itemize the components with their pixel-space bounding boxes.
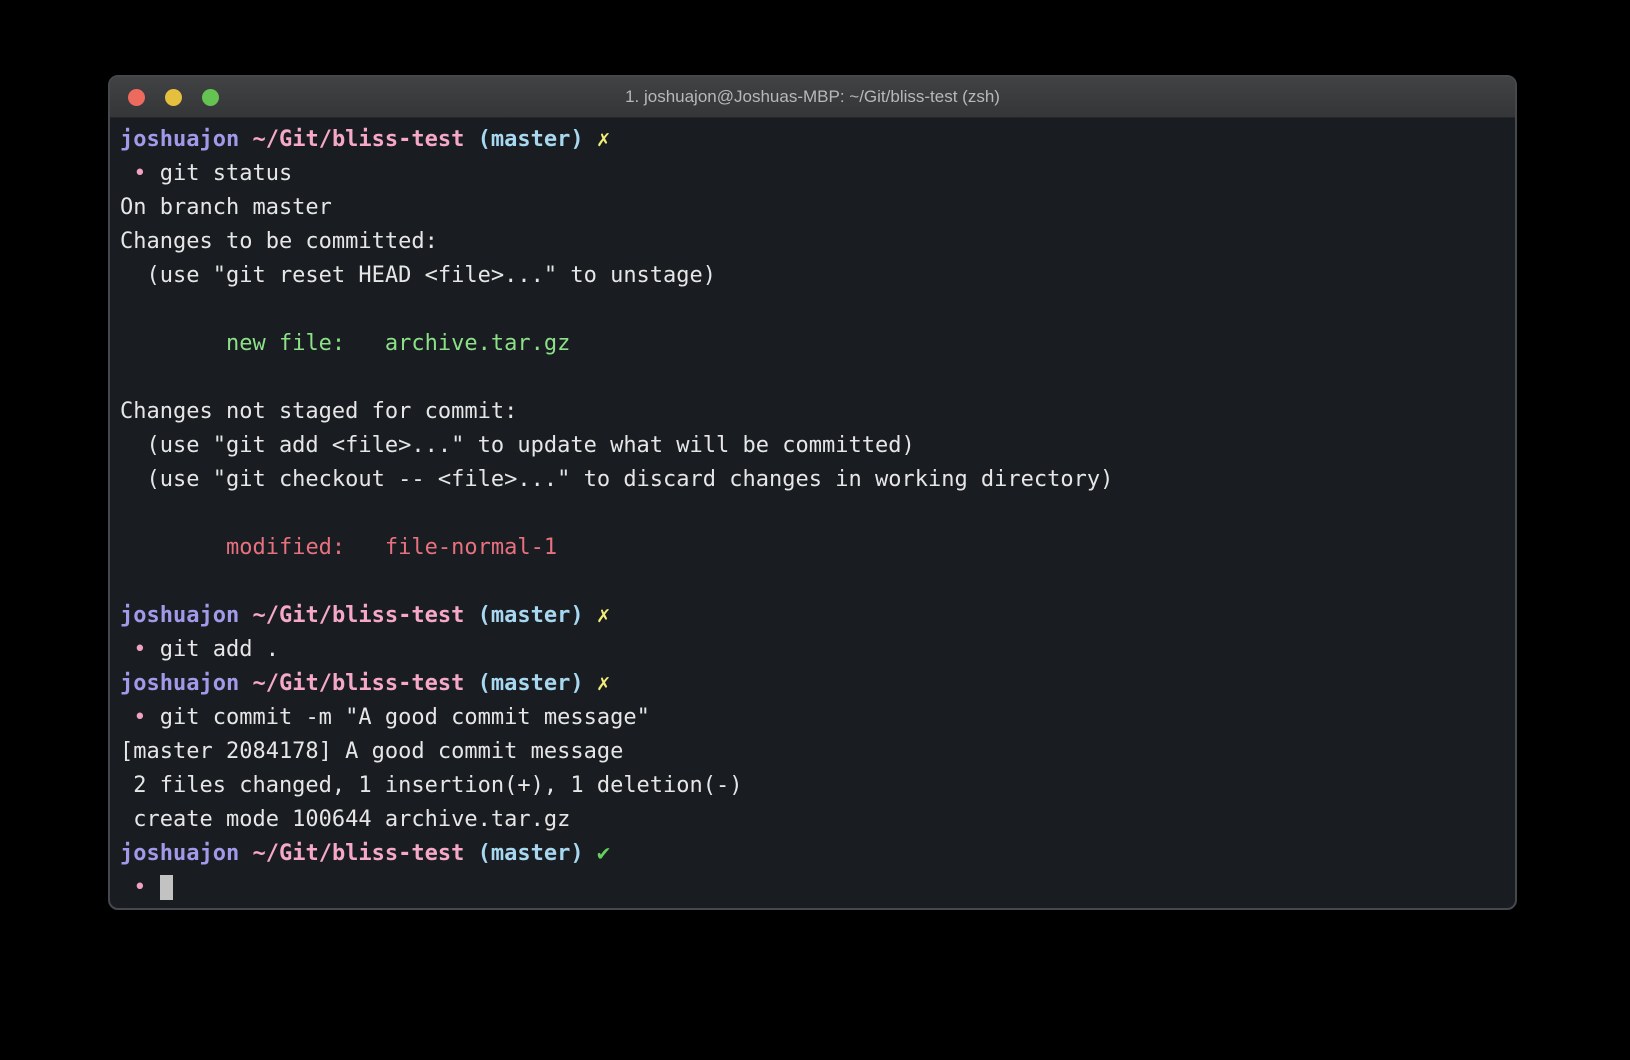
text-segment [147, 875, 160, 900]
window-title: 1. joshuajon@Joshuas-MBP: ~/Git/bliss-te… [625, 87, 1000, 106]
text-segment: create mode 100644 archive.tar.gz [120, 807, 571, 832]
text-segment: (master) [477, 841, 584, 866]
text-segment [239, 603, 252, 628]
output-line: create mode 100644 archive.tar.gz [120, 803, 1505, 837]
text-segment [120, 637, 133, 662]
text-segment: git commit -m "A good commit message" [146, 705, 650, 730]
output-line: (use "git add <file>..." to update what … [120, 429, 1505, 463]
text-segment: (master) [477, 671, 584, 696]
output-line: On branch master [120, 191, 1505, 225]
text-segment [120, 331, 226, 356]
output-line: Changes not staged for commit: [120, 395, 1505, 429]
text-segment: joshuajon [120, 603, 240, 628]
text-segment [464, 127, 477, 152]
text-segment: git status [146, 161, 293, 186]
cursor-line: • [120, 871, 1505, 905]
text-segment: [master 2084178] A good commit message [120, 739, 624, 764]
titlebar[interactable]: 1. joshuajon@Joshuas-MBP: ~/Git/bliss-te… [110, 77, 1515, 118]
prompt-line: joshuajon ~/Git/bliss-test (master) ✗ [120, 667, 1505, 701]
terminal-output[interactable]: joshuajon ~/Git/bliss-test (master) ✗ • … [110, 118, 1515, 908]
command-bullet-icon: • [133, 875, 147, 900]
traffic-lights [128, 77, 219, 117]
text-segment [239, 841, 252, 866]
text-segment: ~/Git/bliss-test [252, 671, 465, 696]
text-segment [239, 671, 252, 696]
cursor [159, 875, 173, 900]
command-bullet-icon: • [133, 637, 147, 662]
command-bullet-icon: • [133, 705, 147, 730]
text-segment: On branch master [120, 195, 332, 220]
text-segment: joshuajon [120, 841, 240, 866]
prompt-fail-icon: ✗ [596, 127, 611, 152]
text-segment [464, 841, 477, 866]
text-segment: (master) [477, 127, 584, 152]
text-segment: (use "git reset HEAD <file>..." to unsta… [120, 263, 717, 288]
output-line: modified: file-normal-1 [120, 531, 1505, 565]
text-segment: 2 files changed, 1 insertion(+), 1 delet… [120, 773, 743, 798]
command-bullet-icon: • [133, 161, 147, 186]
text-segment: new file: archive.tar.gz [225, 331, 571, 356]
output-line: Changes to be committed: [120, 225, 1505, 259]
text-segment: Changes not staged for commit: [120, 399, 518, 424]
text-segment [464, 671, 477, 696]
prompt-line: joshuajon ~/Git/bliss-test (master) ✗ [120, 599, 1505, 633]
text-segment: ~/Git/bliss-test [252, 841, 465, 866]
terminal-window: 1. joshuajon@Joshuas-MBP: ~/Git/bliss-te… [108, 75, 1517, 910]
text-segment [584, 841, 597, 866]
zoom-button[interactable] [202, 88, 219, 106]
prompt-line: joshuajon ~/Git/bliss-test (master) ✗ [120, 123, 1505, 157]
text-segment: (master) [477, 603, 584, 628]
prompt-fail-icon: ✗ [596, 603, 611, 628]
prompt-fail-icon: ✗ [596, 671, 611, 696]
output-line: (use "git checkout -- <file>..." to disc… [120, 463, 1505, 497]
text-segment: git add . [146, 637, 279, 662]
output-line: 2 files changed, 1 insertion(+), 1 delet… [120, 769, 1505, 803]
text-segment: (use "git checkout -- <file>..." to disc… [120, 467, 1114, 492]
prompt-line: joshuajon ~/Git/bliss-test (master) ✔ [120, 837, 1505, 871]
text-segment: modified: file-normal-1 [225, 535, 558, 560]
text-segment: ~/Git/bliss-test [252, 127, 465, 152]
output-line: new file: archive.tar.gz [120, 327, 1505, 361]
minimize-button[interactable] [165, 88, 182, 106]
text-segment [239, 127, 252, 152]
output-line: [master 2084178] A good commit message [120, 735, 1505, 769]
text-segment [584, 603, 597, 628]
text-segment [584, 671, 597, 696]
text-segment: ~/Git/bliss-test [252, 603, 465, 628]
text-segment: Changes to be committed: [120, 229, 438, 254]
close-button[interactable] [128, 88, 145, 106]
text-segment [120, 535, 226, 560]
text-segment [120, 161, 133, 186]
output-line: (use "git reset HEAD <file>..." to unsta… [120, 259, 1505, 293]
text-segment: joshuajon [120, 671, 240, 696]
text-segment [584, 127, 597, 152]
text-segment: (use "git add <file>..." to update what … [120, 433, 915, 458]
text-segment [120, 705, 133, 730]
command-line: • git add . [120, 633, 1505, 667]
command-line: • git status [120, 157, 1505, 191]
command-line: • git commit -m "A good commit message" [120, 701, 1505, 735]
text-segment [120, 875, 133, 900]
prompt-ok-icon: ✔ [596, 841, 611, 866]
text-segment [464, 603, 477, 628]
text-segment: joshuajon [120, 127, 240, 152]
